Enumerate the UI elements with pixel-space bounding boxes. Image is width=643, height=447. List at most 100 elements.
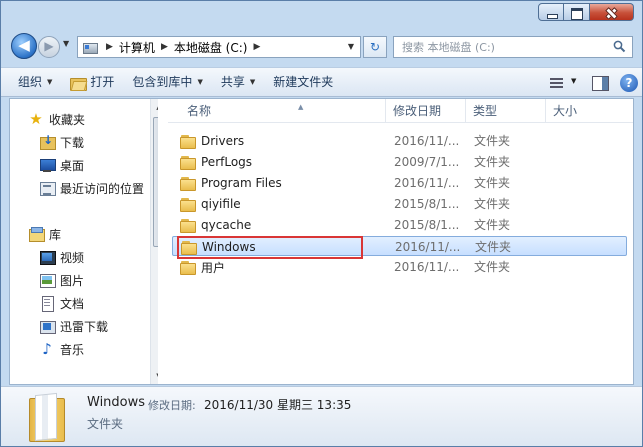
back-button[interactable]: ◀ (11, 33, 37, 59)
file-row[interactable]: Drivers 2016/11/... 文件夹 (172, 131, 627, 151)
open-button[interactable]: 打开 (61, 70, 123, 94)
nav-item-recent-places[interactable]: 最近访问的位置 (39, 178, 144, 198)
organize-label: 组织 (18, 75, 43, 89)
refresh-button[interactable]: ↻ (363, 36, 387, 58)
column-header-modified[interactable]: 修改日期 (386, 99, 466, 123)
chevron-down-icon: ▼ (197, 78, 203, 86)
nav-item-downloads[interactable]: 下载 (39, 132, 84, 152)
maximize-button[interactable] (564, 3, 590, 21)
search-icon[interactable] (613, 40, 626, 53)
explorer-window: ◀ ▶ ▼ ▶ 计算机 ▶ 本地磁盘 (C:) ▶ ▼ ↻ 组织 ▼ (0, 0, 643, 447)
nav-item-desktop[interactable]: 桌面 (39, 155, 84, 175)
documents-library-icon (39, 295, 55, 312)
file-row[interactable]: qiyifile 2015/8/1... 文件夹 (172, 194, 627, 214)
breadcrumb-local-disk[interactable]: 本地磁盘 (C:) (174, 39, 248, 56)
column-header-name[interactable]: ▲ 名称 (180, 99, 386, 123)
scroll-down-icon[interactable]: ▼ (151, 368, 158, 384)
column-headers: ▲ 名称 修改日期 类型 大小 (168, 99, 633, 123)
file-row[interactable]: PerfLogs 2009/7/1... 文件夹 (172, 152, 627, 172)
nav-item-label: 视频 (60, 250, 85, 265)
address-dropdown-icon[interactable]: ▼ (348, 42, 354, 51)
column-header-size[interactable]: 大小 (546, 99, 626, 123)
forward-button[interactable]: ▶ (38, 36, 60, 58)
file-row[interactable]: qycache 2015/8/1... 文件夹 (172, 215, 627, 235)
share-menu[interactable]: 共享 ▼ (212, 70, 264, 94)
nav-libraries[interactable]: 库 (28, 224, 61, 244)
file-date: 2015/8/1... (394, 218, 460, 232)
preview-pane-button[interactable] (584, 71, 614, 95)
downloads-folder-icon (39, 133, 56, 150)
scrollbar-thumb[interactable] (153, 117, 158, 247)
file-row[interactable]: 用户 2016/11/... 文件夹 (172, 257, 627, 277)
open-label: 打开 (90, 75, 115, 89)
sort-ascending-icon: ▲ (298, 103, 304, 111)
details-pane: Windows 修改日期: 2016/11/30 星期三 13:35 文件夹 (1, 386, 642, 446)
chevron-right-icon[interactable]: ▶ (253, 42, 260, 52)
music-note-icon: ♪ (42, 340, 52, 358)
chevron-down-icon[interactable]: ▼ (571, 77, 576, 85)
file-name: Drivers (201, 134, 245, 148)
scroll-up-icon[interactable]: ▲ (151, 99, 158, 115)
column-header-size-label: 大小 (553, 104, 578, 118)
file-name-cell: 用户 (180, 259, 225, 275)
nav-favorites[interactable]: ★ 收藏夹 (28, 109, 85, 129)
nav-item-music[interactable]: ♪ 音乐 (39, 339, 84, 359)
file-type: 文件夹 (474, 218, 511, 232)
file-list: ▲ 名称 修改日期 类型 大小 Drivers 2016/11/... 文件夹 … (168, 99, 633, 384)
column-header-modified-label: 修改日期 (393, 104, 442, 118)
file-date: 2016/11/... (394, 176, 460, 190)
minimize-button[interactable] (538, 3, 564, 21)
large-folder-icon (27, 392, 67, 442)
nav-favorites-label: 收藏夹 (49, 112, 86, 127)
new-folder-label: 新建文件夹 (273, 75, 334, 89)
address-bar[interactable]: ▶ 计算机 ▶ 本地磁盘 (C:) ▶ ▼ (77, 36, 361, 58)
file-name: 用户 (201, 260, 226, 275)
file-name-cell: Drivers (180, 133, 244, 149)
help-button[interactable]: ? (614, 71, 642, 95)
include-in-library-menu[interactable]: 包含到库中 ▼ (123, 70, 211, 94)
file-name: Program Files (201, 176, 282, 190)
nav-libraries-label: 库 (49, 227, 62, 242)
file-name-cell: PerfLogs (180, 154, 252, 170)
file-name: PerfLogs (201, 155, 253, 169)
file-type: 文件夹 (474, 176, 511, 190)
pictures-library-icon (39, 272, 56, 288)
folder-icon (181, 240, 197, 255)
include-in-library-label: 包含到库中 (132, 75, 193, 89)
search-input[interactable] (394, 37, 604, 57)
file-type: 文件夹 (474, 260, 511, 274)
chevron-right-icon[interactable]: ▶ (106, 42, 113, 52)
nav-item-documents[interactable]: 文档 (39, 293, 84, 313)
details-type: 文件夹 (87, 417, 124, 431)
nav-item-label: 迅雷下载 (60, 319, 109, 334)
recent-pages-dropdown[interactable]: ▼ (63, 39, 69, 48)
file-name: qiyifile (201, 197, 241, 211)
column-header-name-label: 名称 (187, 104, 212, 118)
nav-item-xunlei-downloads[interactable]: 迅雷下载 (39, 316, 108, 336)
star-icon: ★ (29, 110, 43, 128)
file-date: 2015/8/1... (394, 197, 460, 211)
change-view-button[interactable]: ▼ (544, 71, 584, 95)
navigation-pane: ★ 收藏夹 下载 桌面 最近访问的位置 库 视频 (10, 99, 158, 384)
file-row[interactable]: Program Files 2016/11/... 文件夹 (172, 173, 627, 193)
file-date: 2016/11/... (394, 260, 460, 274)
search-box[interactable] (393, 36, 633, 58)
file-type: 文件夹 (475, 240, 512, 254)
details-name: Windows (87, 395, 146, 410)
organize-menu[interactable]: 组织 ▼ (9, 70, 61, 94)
view-controls: ▼ ? (544, 68, 642, 98)
folder-icon (180, 134, 196, 149)
file-name-cell: Program Files (180, 175, 282, 191)
close-button[interactable] (590, 3, 634, 21)
nav-item-pictures[interactable]: 图片 (39, 270, 84, 290)
column-header-type[interactable]: 类型 (466, 99, 546, 123)
file-type: 文件夹 (474, 155, 511, 169)
caption-buttons (538, 3, 634, 21)
chevron-right-icon[interactable]: ▶ (161, 42, 168, 52)
breadcrumb-computer[interactable]: 计算机 (119, 39, 155, 56)
nav-item-videos[interactable]: 视频 (39, 247, 84, 267)
nav-pane-scrollbar[interactable]: ▲ ▼ (150, 99, 158, 384)
new-folder-button[interactable]: 新建文件夹 (264, 70, 342, 94)
column-header-type-label: 类型 (473, 104, 498, 118)
file-row-selected[interactable]: Windows 2016/11/... 文件夹 (172, 236, 627, 256)
